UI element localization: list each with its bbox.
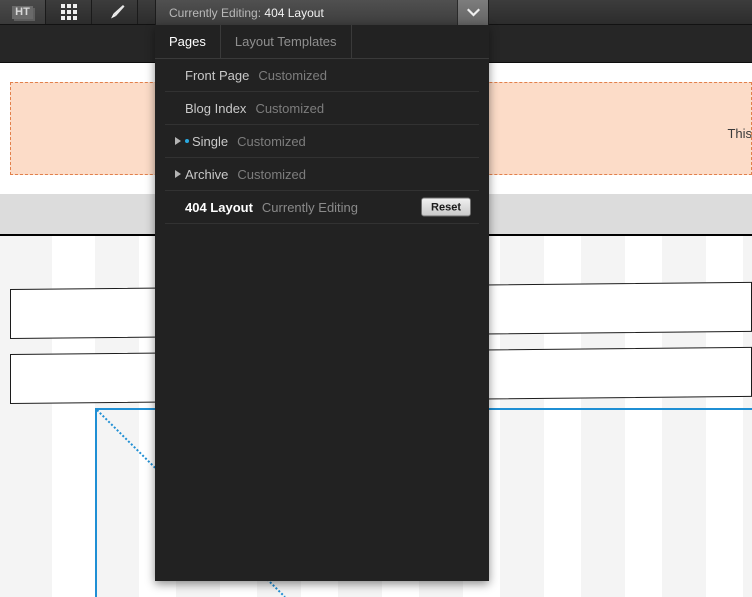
page-name: Blog Index [185, 100, 247, 116]
paintbrush-icon [110, 5, 124, 19]
list-item[interactable]: Front Page Customized [165, 59, 479, 92]
dropdown-toggle-button[interactable] [457, 0, 488, 25]
list-item[interactable]: Archive Customized [165, 158, 479, 191]
expand-triangle-icon[interactable] [175, 137, 181, 145]
grid-9-icon [60, 4, 77, 20]
page-state: Customized [237, 133, 306, 149]
tab-layout-templates[interactable]: Layout Templates [221, 25, 352, 58]
page-name: Single [192, 133, 229, 149]
page-state: Currently Editing [261, 199, 359, 215]
page-state: Customized [255, 100, 325, 116]
chevron-down-icon [466, 8, 480, 17]
page-state: Customized [258, 67, 327, 83]
grid-view-button[interactable] [46, 0, 92, 24]
hero-text: This [727, 126, 752, 141]
modified-dot-icon [185, 139, 189, 143]
app-window: This HT Currently Editing: 404 Layout Pa… [0, 0, 752, 597]
ht-logo-button[interactable]: HT [0, 0, 46, 24]
page-name: Front Page [185, 67, 250, 83]
page-state: Customized [237, 166, 306, 182]
editing-target: 404 Layout [264, 5, 324, 20]
currently-editing-select[interactable]: Currently Editing: 404 Layout [155, 0, 489, 25]
list-item[interactable]: Blog Index Customized [165, 92, 479, 125]
page-name: Archive [185, 166, 229, 182]
pages-dropdown-panel: Pages Layout Templates Front Page Custom… [155, 25, 489, 581]
editing-prefix: Currently Editing: [169, 5, 262, 20]
reset-button[interactable]: Reset [421, 197, 471, 217]
tab-pages-label: Pages [169, 34, 206, 49]
currently-editing-label: Currently Editing: 404 Layout [156, 6, 457, 20]
list-item-current[interactable]: 404 Layout Currently Editing Reset [165, 191, 479, 224]
expand-triangle-icon[interactable] [175, 170, 181, 178]
page-list: Front Page Customized Blog Index Customi… [155, 59, 489, 224]
tab-layout-templates-label: Layout Templates [234, 34, 337, 49]
tab-pages[interactable]: Pages [155, 25, 221, 58]
style-brush-button[interactable] [92, 0, 138, 24]
list-item[interactable]: Single Customized [165, 125, 479, 158]
ht-logo-icon: HT [12, 5, 33, 19]
page-name: 404 Layout [185, 199, 253, 215]
panel-tab-bar: Pages Layout Templates [155, 25, 489, 59]
